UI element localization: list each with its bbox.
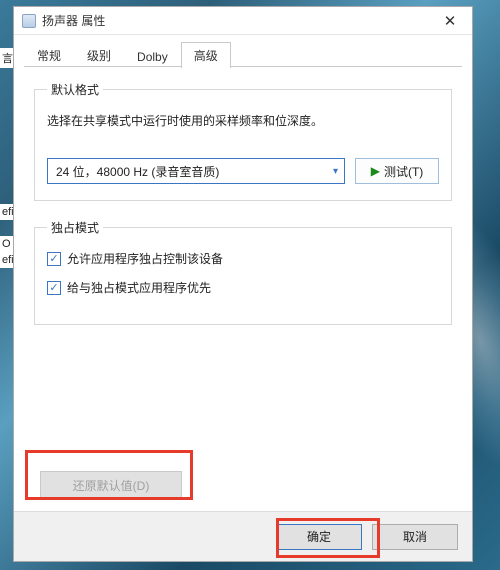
speaker-properties-dialog: 扬声器 属性 ✕ 常规 级别 Dolby 高级 默认格式 选择在共享模式中运行时… (13, 6, 473, 562)
check-icon: ✓ (49, 281, 58, 294)
advanced-panel: 默认格式 选择在共享模式中运行时使用的采样频率和位深度。 24 位，48000 … (24, 67, 462, 511)
tab-levels[interactable]: 级别 (74, 42, 124, 68)
play-icon: ▶ (371, 164, 380, 178)
tab-dolby[interactable]: Dolby (124, 45, 181, 68)
default-format-group: 默认格式 选择在共享模式中运行时使用的采样频率和位深度。 24 位，48000 … (34, 81, 452, 201)
exclusive-mode-legend: 独占模式 (47, 219, 103, 236)
format-dropdown[interactable]: 24 位，48000 Hz (录音室音质) ▾ (47, 158, 345, 184)
check-icon: ✓ (49, 252, 58, 265)
ok-button[interactable]: 确定 (276, 524, 362, 550)
bg-fragment: O (0, 236, 13, 252)
default-format-description: 选择在共享模式中运行时使用的采样频率和位深度。 (47, 112, 439, 130)
dialog-footer: 确定 取消 (14, 511, 472, 561)
allow-exclusive-label: 允许应用程序独占控制该设备 (67, 250, 223, 267)
speaker-icon (22, 14, 36, 28)
tab-advanced[interactable]: 高级 (181, 42, 231, 68)
window-title: 扬声器 属性 (42, 12, 430, 29)
restore-defaults-button[interactable]: 还原默认值(D) (40, 471, 182, 499)
test-button[interactable]: ▶ 测试(T) (355, 158, 439, 184)
close-icon: ✕ (444, 12, 457, 30)
chevron-down-icon: ▾ (333, 166, 338, 177)
format-selected-value: 24 位，48000 Hz (录音室音质) (56, 163, 333, 180)
allow-exclusive-checkbox[interactable]: ✓ (47, 252, 61, 266)
cancel-button[interactable]: 取消 (372, 524, 458, 550)
exclusive-priority-checkbox[interactable]: ✓ (47, 281, 61, 295)
close-button[interactable]: ✕ (430, 8, 470, 34)
tab-general[interactable]: 常规 (24, 42, 74, 68)
default-format-legend: 默认格式 (47, 81, 103, 98)
exclusive-priority-label: 给与独占模式应用程序优先 (67, 279, 211, 296)
tab-strip: 常规 级别 Dolby 高级 (24, 41, 462, 67)
test-button-label: 测试(T) (384, 163, 423, 180)
titlebar: 扬声器 属性 ✕ (14, 7, 472, 35)
exclusive-mode-group: 独占模式 ✓ 允许应用程序独占控制该设备 ✓ 给与独占模式应用程序优先 (34, 219, 452, 325)
